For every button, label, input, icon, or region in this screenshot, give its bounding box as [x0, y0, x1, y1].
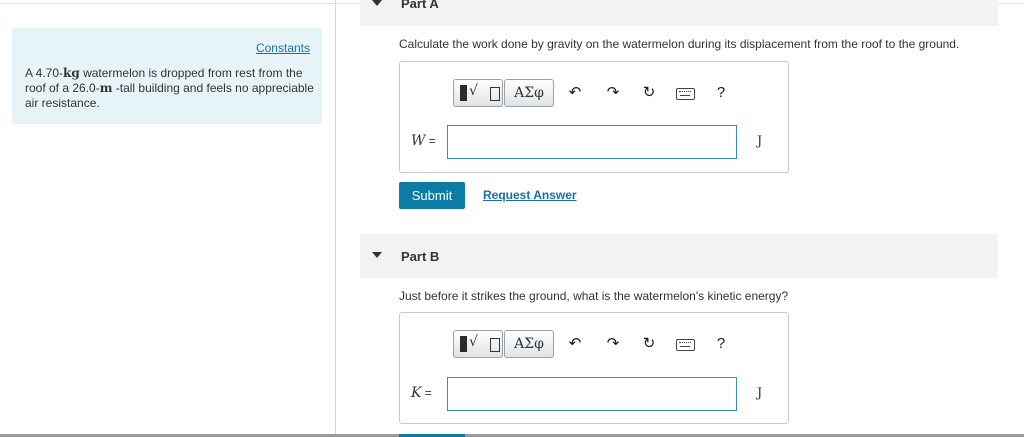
part-a-question: Calculate the work done by gravity on th… [399, 37, 960, 51]
part-b-question: Just before it strikes the ground, what … [399, 289, 789, 303]
part-b-header[interactable]: Part B [360, 234, 998, 278]
greek-symbols-button[interactable]: ΑΣφ [504, 79, 554, 107]
part-a-unit: J [757, 134, 763, 149]
undo-icon[interactable]: ↶ [565, 83, 585, 103]
undo-icon[interactable]: ↶ [565, 334, 585, 354]
part-a-answer-input[interactable] [447, 125, 737, 159]
submit-button[interactable]: Submit [399, 182, 465, 209]
part-b-variable-label: K = [411, 385, 432, 401]
redo-icon[interactable]: ↷ [603, 334, 623, 354]
constants-link[interactable]: Constants [256, 41, 310, 55]
part-a-title: Part A [401, 0, 439, 11]
keyboard-icon[interactable] [676, 339, 695, 351]
variable-k: K [411, 385, 422, 401]
part-b-unit: J [757, 386, 763, 401]
part-a-header[interactable]: Part A [360, 0, 998, 26]
part-a-variable-label: W = [411, 133, 436, 149]
left-column: Constants A 4.70-kg watermelon is droppe… [0, 0, 336, 437]
radical-icon: √ [469, 83, 478, 99]
unit-kg: kg [63, 66, 80, 80]
greek-symbols-button[interactable]: ΑΣφ [504, 330, 554, 358]
problem-text-1: A 4.70- [25, 66, 64, 80]
unit-m: m [99, 81, 113, 95]
reset-icon[interactable]: ↻ [639, 83, 659, 103]
templates-icon [460, 336, 467, 352]
redo-icon[interactable]: ↷ [603, 83, 623, 103]
part-a-answer-box: √ ΑΣφ ↶ ↷ ↻ ? W = J [399, 61, 789, 173]
part-b-answer-input[interactable] [447, 377, 737, 411]
part-b-title: Part B [401, 249, 440, 264]
box-icon [490, 338, 500, 352]
problem-statement: A 4.70-kg watermelon is dropped from res… [25, 66, 315, 111]
box-icon [490, 87, 500, 101]
collapse-triangle-icon[interactable] [372, 0, 382, 6]
help-icon[interactable]: ? [711, 83, 731, 103]
variable-w: W [411, 133, 426, 149]
problem-info-box: Constants A 4.70-kg watermelon is droppe… [12, 28, 322, 124]
radical-icon: √ [469, 334, 478, 350]
help-icon[interactable]: ? [711, 334, 731, 354]
templates-button[interactable]: √ [453, 79, 503, 107]
templates-icon [460, 85, 467, 101]
request-answer-link[interactable]: Request Answer [483, 188, 577, 202]
equals-sign: = [425, 134, 436, 148]
collapse-triangle-icon[interactable] [372, 252, 382, 258]
templates-button[interactable]: √ [453, 330, 503, 358]
part-b-answer-box: √ ΑΣφ ↶ ↷ ↻ ? K = J [399, 312, 789, 424]
reset-icon[interactable]: ↻ [639, 334, 659, 354]
keyboard-icon[interactable] [676, 88, 695, 100]
equals-sign: = [421, 386, 432, 400]
